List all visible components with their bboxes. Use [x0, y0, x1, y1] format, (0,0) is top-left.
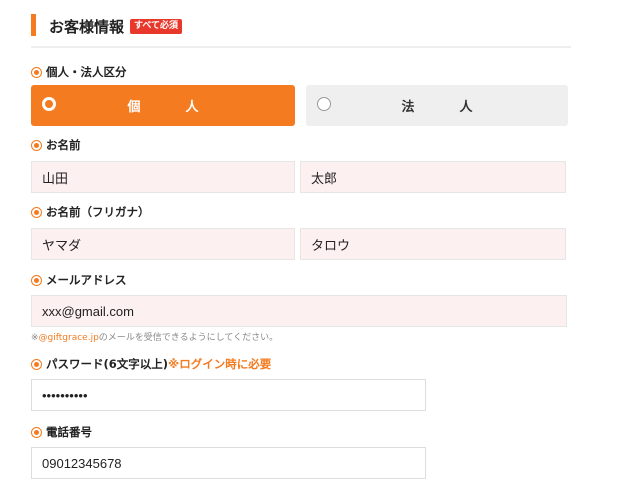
name-label-text: お名前	[46, 138, 81, 152]
radio-individual-label: 個 人	[127, 100, 215, 115]
bullet-icon	[31, 206, 42, 218]
section-header: お客様情報 すべて必須	[31, 14, 571, 48]
last-name-input[interactable]: 山田	[31, 161, 295, 193]
email-label: メールアドレス	[31, 272, 127, 288]
radio-corporate-label: 法 人	[401, 100, 489, 115]
bullet-icon	[31, 66, 42, 78]
radio-corporate[interactable]: 法 人	[306, 85, 568, 126]
password-label-text: パスワード(6文字以上)	[46, 357, 169, 371]
name-label: お名前	[31, 137, 81, 153]
phone-label-text: 電話番号	[46, 425, 92, 439]
last-name-kana-input[interactable]: ヤマダ	[31, 228, 295, 260]
section-accent-bar	[31, 14, 36, 36]
section-title: お客様情報	[49, 18, 125, 36]
radio-individual[interactable]: 個 人	[31, 85, 295, 126]
password-note: ※ログイン時に必要	[168, 357, 272, 371]
required-badge: すべて必須	[130, 19, 183, 34]
kana-label-text: お名前（フリガナ）	[46, 205, 150, 219]
bullet-icon	[31, 426, 42, 438]
bullet-icon	[31, 358, 42, 370]
email-note-prefix: ※	[31, 333, 39, 343]
phone-input[interactable]: 09012345678	[31, 447, 426, 479]
email-input[interactable]: xxx@gmail.com	[31, 295, 567, 327]
first-name-kana-input[interactable]: タロウ	[300, 228, 566, 260]
first-name-input[interactable]: 太郎	[300, 161, 566, 193]
email-note-text: のメールを受信できるようにしてください。	[98, 333, 279, 343]
customer-type-label: 個人・法人区分	[31, 64, 127, 80]
email-label-text: メールアドレス	[46, 273, 127, 287]
bullet-icon	[31, 139, 42, 151]
password-label: パスワード(6文字以上) ※ログイン時に必要	[31, 356, 271, 372]
customer-type-label-text: 個人・法人区分	[46, 65, 127, 79]
phone-label: 電話番号	[31, 424, 92, 440]
kana-label: お名前（フリガナ）	[31, 204, 150, 220]
password-input[interactable]: ••••••••••	[31, 379, 426, 411]
email-note: ※@giftgrace.jpのメールを受信できるようにしてください。	[31, 330, 278, 343]
email-note-domain: @giftgrace.jp	[38, 333, 99, 343]
bullet-icon	[31, 274, 42, 286]
